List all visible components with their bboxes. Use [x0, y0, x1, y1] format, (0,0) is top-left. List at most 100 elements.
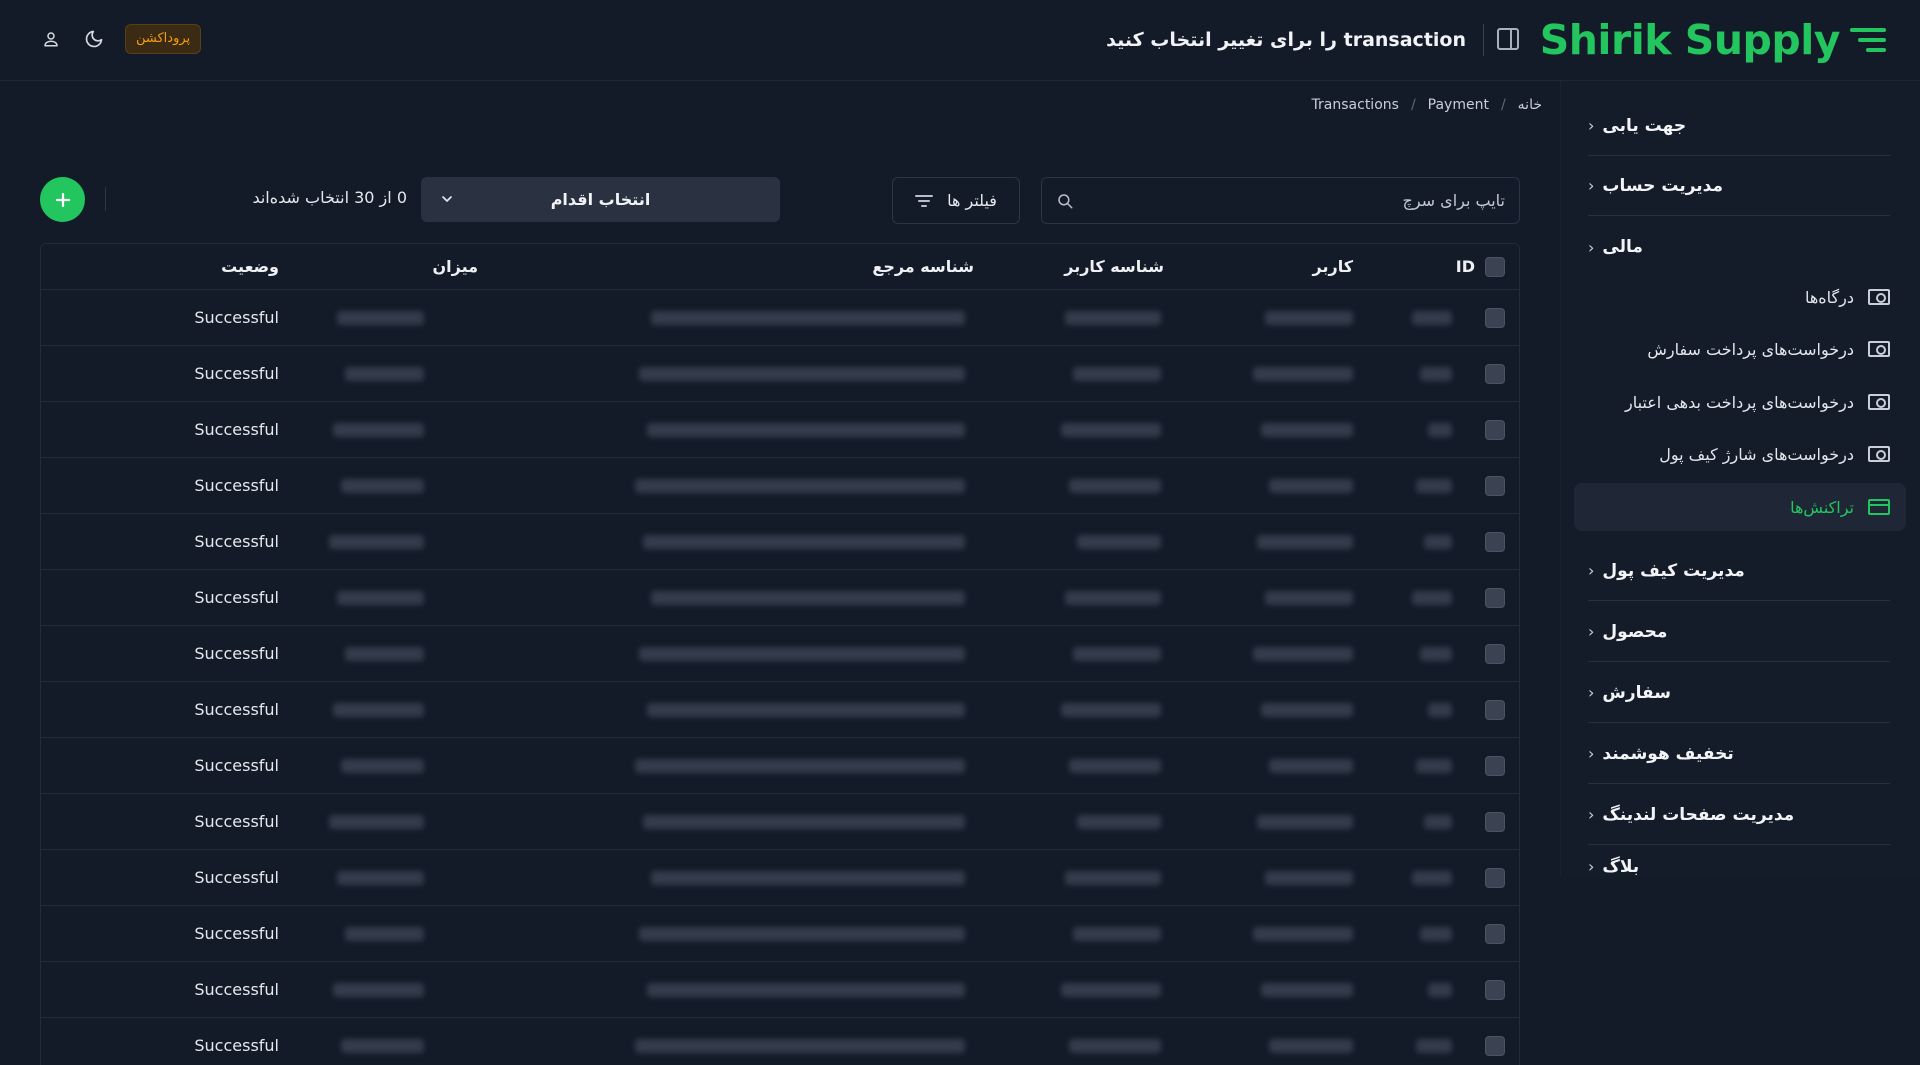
redacted-value	[329, 815, 424, 829]
redacted-value	[337, 311, 424, 325]
search-input[interactable]	[1095, 178, 1505, 223]
sidebar-group-navigation[interactable]: جهت یابی ‹	[1588, 96, 1890, 156]
table-row[interactable]: Successful	[41, 458, 1519, 514]
sidebar-item-order-payment-requests[interactable]: درخواست‌های پرداخت سفارش	[1588, 328, 1890, 370]
sidebar-item-wallet-charge-requests[interactable]: درخواست‌های شارژ کیف پول	[1588, 433, 1890, 475]
sidebar-item-gateways[interactable]: درگاه‌ها	[1588, 276, 1890, 318]
row-checkbox[interactable]	[1485, 756, 1505, 776]
row-checkbox[interactable]	[1485, 364, 1505, 384]
row-checkbox[interactable]	[1485, 812, 1505, 832]
redacted-value	[1269, 759, 1353, 773]
redacted-value	[345, 647, 424, 661]
redacted-value	[651, 871, 965, 885]
table-row[interactable]: Successful	[41, 906, 1519, 962]
row-checkbox[interactable]	[1485, 700, 1505, 720]
action-select[interactable]: انتخاب اقدام	[421, 177, 780, 222]
row-checkbox[interactable]	[1485, 924, 1505, 944]
add-transaction-button[interactable]	[40, 177, 85, 222]
table-row[interactable]: Successful	[41, 962, 1519, 1018]
row-checkbox[interactable]	[1485, 1036, 1505, 1056]
row-checkbox[interactable]	[1485, 868, 1505, 888]
filter-icon	[915, 194, 934, 207]
cash-icon	[1868, 394, 1890, 410]
table-row[interactable]: Successful	[41, 346, 1519, 402]
status-cell: Successful	[194, 868, 279, 887]
chevron-left-icon: ‹	[1588, 622, 1595, 641]
status-cell: Successful	[194, 476, 279, 495]
sidebar-group-order[interactable]: سفارش ‹	[1588, 663, 1890, 723]
table-row[interactable]: Successful	[41, 738, 1519, 794]
redacted-value	[333, 423, 424, 437]
select-all-checkbox[interactable]	[1485, 257, 1505, 277]
sidebar-item-credit-debt-payment-requests[interactable]: درخواست‌های پرداخت بدهی اعتبار	[1588, 381, 1890, 423]
table-row[interactable]: Successful	[41, 570, 1519, 626]
sidebar-group-product[interactable]: محصول ‹	[1588, 602, 1890, 662]
chevron-left-icon: ‹	[1588, 561, 1595, 580]
column-header-status[interactable]: وضعیت	[221, 244, 279, 290]
redacted-value	[1428, 703, 1452, 717]
moon-icon	[85, 30, 103, 48]
breadcrumb-payment[interactable]: Payment	[1428, 97, 1489, 113]
search-icon	[1058, 194, 1073, 209]
table-row[interactable]: Successful	[41, 626, 1519, 682]
brand-logo[interactable]: Shirik Supply	[1540, 14, 1886, 66]
column-header-user[interactable]: کاربر	[1313, 244, 1353, 290]
row-checkbox[interactable]	[1485, 308, 1505, 328]
redacted-value	[1412, 871, 1452, 885]
breadcrumb-transactions: Transactions	[1311, 97, 1399, 113]
top-bar: Shirik Supply transaction را برای تغییر …	[0, 0, 1920, 81]
sidebar-group-wallet-management[interactable]: مدیریت کیف پول ‹	[1588, 541, 1890, 601]
redacted-value	[1261, 983, 1353, 997]
sidebar-toggle-icon[interactable]	[1497, 28, 1519, 50]
sidebar-group-account[interactable]: مدیریت حساب ‹	[1588, 156, 1890, 216]
sidebar-item-transactions[interactable]: تراکنش‌ها	[1574, 483, 1906, 531]
table-row[interactable]: Successful	[41, 794, 1519, 850]
column-header-amount[interactable]: میزان	[432, 244, 478, 290]
row-checkbox[interactable]	[1485, 980, 1505, 1000]
theme-toggle-button[interactable]	[80, 25, 108, 53]
filters-label: فیلتر ها	[947, 191, 997, 210]
column-header-user-id[interactable]: شناسه کاربر	[1064, 244, 1164, 290]
sidebar-group-smart-discount[interactable]: تخفیف هوشمند ‹	[1588, 724, 1890, 784]
row-checkbox[interactable]	[1485, 588, 1505, 608]
chevron-left-icon: ‹	[1588, 176, 1595, 195]
table-row[interactable]: Successful	[41, 514, 1519, 570]
redacted-value	[1428, 423, 1452, 437]
redacted-value	[337, 871, 424, 885]
sidebar-group-landing-pages[interactable]: مدیریت صفحات لندینگ ‹	[1588, 785, 1890, 845]
row-checkbox[interactable]	[1485, 476, 1505, 496]
redacted-value	[651, 311, 965, 325]
chevron-down-icon	[442, 196, 452, 202]
chevron-left-icon: ‹	[1588, 805, 1595, 824]
redacted-value	[333, 703, 424, 717]
row-checkbox[interactable]	[1485, 532, 1505, 552]
redacted-value	[1416, 1039, 1452, 1053]
filters-button[interactable]: فیلتر ها	[892, 177, 1020, 224]
redacted-value	[1065, 871, 1161, 885]
table-row[interactable]: Successful	[41, 402, 1519, 458]
column-header-id[interactable]: ID	[1456, 244, 1475, 290]
sidebar-item-label: درخواست‌های پرداخت سفارش	[1647, 339, 1854, 359]
redacted-value	[639, 927, 965, 941]
redacted-value	[1420, 367, 1452, 381]
status-cell: Successful	[194, 700, 279, 719]
redacted-value	[1253, 927, 1353, 941]
sidebar-group-blog[interactable]: بلاگ ‹	[1588, 847, 1890, 877]
redacted-value	[1257, 815, 1353, 829]
row-checkbox[interactable]	[1485, 420, 1505, 440]
table-row[interactable]: Successful	[41, 682, 1519, 738]
sidebar-group-label: مدیریت حساب	[1602, 175, 1724, 196]
plus-icon	[55, 192, 70, 207]
redacted-value	[1261, 423, 1353, 437]
row-checkbox[interactable]	[1485, 644, 1505, 664]
credit-card-icon	[1868, 499, 1890, 515]
sidebar-group-label: سفارش	[1602, 682, 1671, 703]
breadcrumb-home[interactable]: خانه	[1518, 97, 1542, 113]
sidebar-group-finance[interactable]: مالی ‹	[1588, 217, 1890, 277]
table-row[interactable]: Successful	[41, 290, 1519, 346]
table-row[interactable]: Successful	[41, 1018, 1519, 1065]
column-header-reference-id[interactable]: شناسه مرجع	[872, 244, 974, 290]
breadcrumb-separator: /	[1410, 97, 1416, 113]
table-row[interactable]: Successful	[41, 850, 1519, 906]
user-menu-button[interactable]	[37, 25, 65, 53]
